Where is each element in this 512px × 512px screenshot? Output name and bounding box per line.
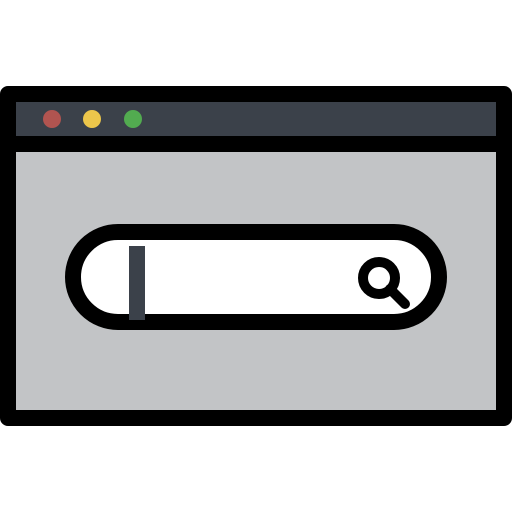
- search-box[interactable]: [65, 224, 447, 330]
- search-icon: [358, 257, 410, 309]
- window-titlebar: [16, 102, 496, 152]
- maximize-dot[interactable]: [124, 110, 142, 128]
- window-content: [16, 152, 496, 410]
- close-dot[interactable]: [43, 110, 61, 128]
- search-button[interactable]: [349, 248, 421, 320]
- text-cursor: [129, 246, 145, 320]
- stage: [0, 0, 512, 512]
- minimize-dot[interactable]: [83, 110, 101, 128]
- browser-window: [0, 86, 512, 426]
